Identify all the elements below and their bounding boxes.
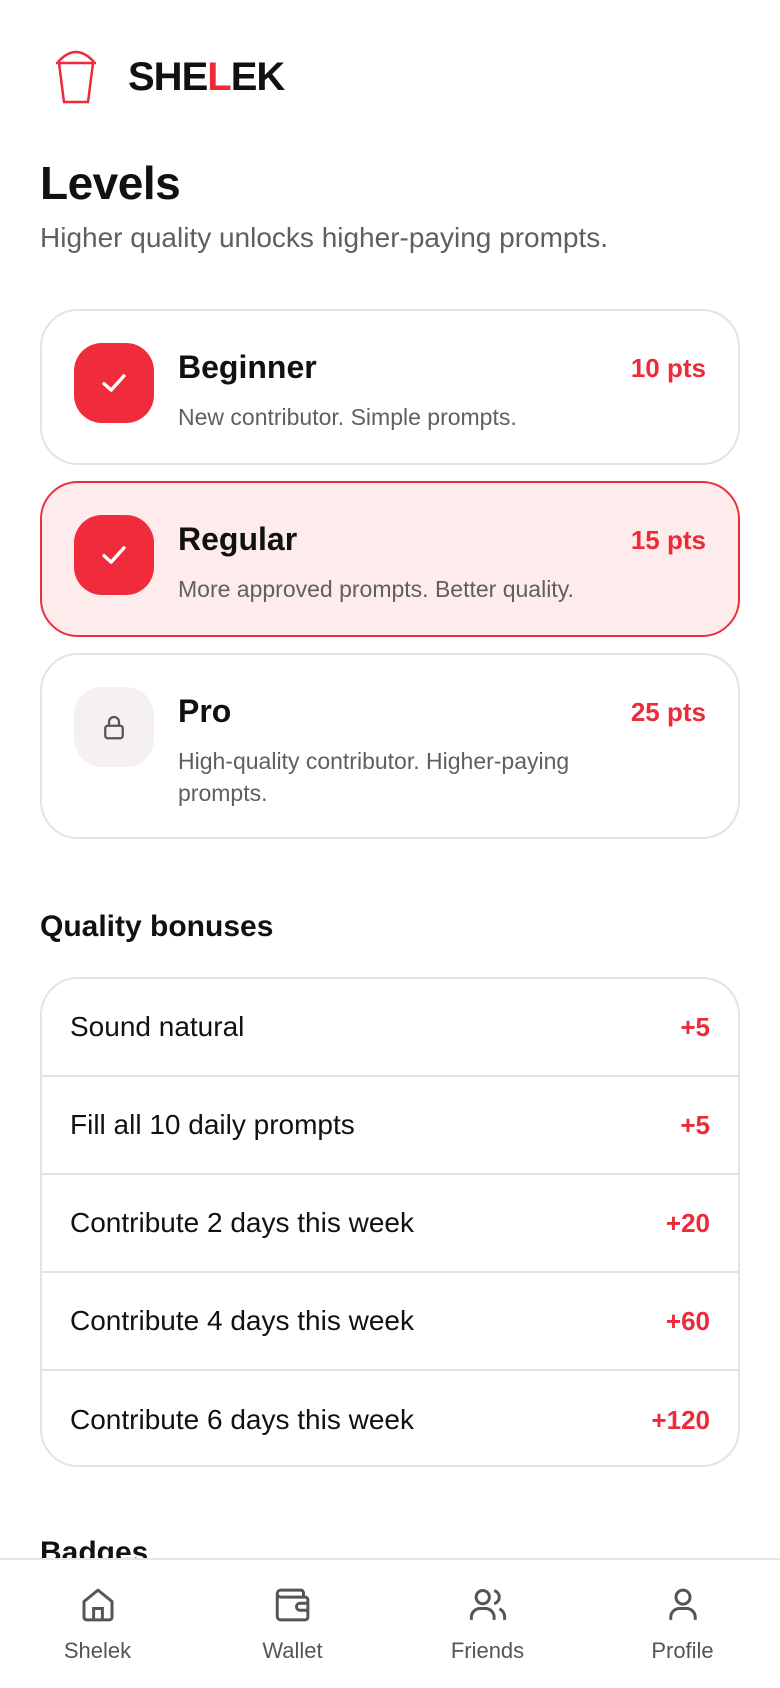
bonus-value: +5 [680, 1011, 710, 1042]
bonus-row: Fill all 10 daily prompts +5 [42, 1077, 738, 1175]
page-title: Levels [40, 157, 181, 209]
bonus-row: Contribute 4 days this week +60 [42, 1273, 738, 1371]
nav-label: Profile [651, 1638, 714, 1663]
cup-logo-icon [56, 50, 96, 104]
quality-bonuses-list: Sound natural +5 Fill all 10 daily promp… [40, 977, 740, 1467]
level-points: 10 pts [630, 353, 706, 383]
bonus-value: +120 [651, 1404, 710, 1435]
quality-bonuses-title: Quality bonuses [40, 910, 274, 943]
check-icon [102, 546, 126, 564]
level-locked-badge [74, 687, 154, 767]
level-completed-badge [74, 515, 154, 595]
bonus-row: Contribute 2 days this week +20 [42, 1175, 738, 1273]
page-subtitle: Higher quality unlocks higher-paying pro… [40, 222, 609, 253]
level-description: New contributor. Simple prompts. [178, 404, 517, 430]
bonus-label: Contribute 2 days this week [70, 1207, 414, 1238]
bonus-label: Contribute 6 days this week [70, 1404, 414, 1435]
wallet-icon [275, 1588, 309, 1622]
level-description: More approved prompts. Better quality. [178, 576, 574, 602]
level-points: 15 pts [630, 525, 706, 555]
friends-icon [469, 1588, 506, 1620]
bonus-row: Sound natural +5 [42, 979, 738, 1077]
bottom-nav: Shelek Wallet Friends Profile [0, 1558, 780, 1688]
brand-wordmark: SHELEK [128, 54, 285, 99]
levels-page: SHELEK Levels Higher quality unlocks hig… [0, 0, 780, 1688]
level-name: Beginner [178, 349, 317, 385]
bonus-label: Sound natural [70, 1011, 245, 1042]
level-card-regular[interactable]: Regular 15 pts More approved prompts. Be… [40, 481, 740, 637]
nav-item-wallet[interactable]: Wallet [195, 1560, 390, 1664]
bonus-label: Contribute 4 days this week [70, 1305, 414, 1336]
bonus-value: +20 [665, 1207, 710, 1238]
level-card-pro[interactable]: Pro 25 pts High-quality contributor. Hig… [40, 653, 740, 839]
nav-item-profile[interactable]: Profile [585, 1560, 780, 1664]
check-icon [102, 374, 126, 392]
level-name: Pro [178, 693, 232, 729]
lock-icon [104, 715, 124, 740]
level-name: Regular [178, 521, 298, 557]
nav-label: Wallet [262, 1638, 323, 1663]
profile-icon [668, 1588, 697, 1620]
bonus-row: Contribute 6 days this week +120 [42, 1371, 738, 1465]
nav-item-friends[interactable]: Friends [390, 1560, 585, 1664]
bonus-label: Fill all 10 daily prompts [70, 1109, 355, 1140]
nav-item-shelek[interactable]: Shelek [0, 1560, 195, 1664]
nav-label: Shelek [63, 1638, 132, 1663]
home-icon [82, 1588, 113, 1622]
bonus-value: +60 [665, 1305, 710, 1336]
nav-label: Friends [450, 1638, 525, 1663]
brand-logo[interactable]: SHELEK [54, 46, 285, 108]
level-points: 25 pts [630, 697, 706, 727]
bonus-value: +5 [680, 1109, 710, 1140]
level-card-beginner[interactable]: Beginner 10 pts New contributor. Simple … [40, 309, 740, 465]
level-completed-badge [74, 343, 154, 423]
level-description: High-quality contributor. Higher-paying … [178, 748, 570, 806]
